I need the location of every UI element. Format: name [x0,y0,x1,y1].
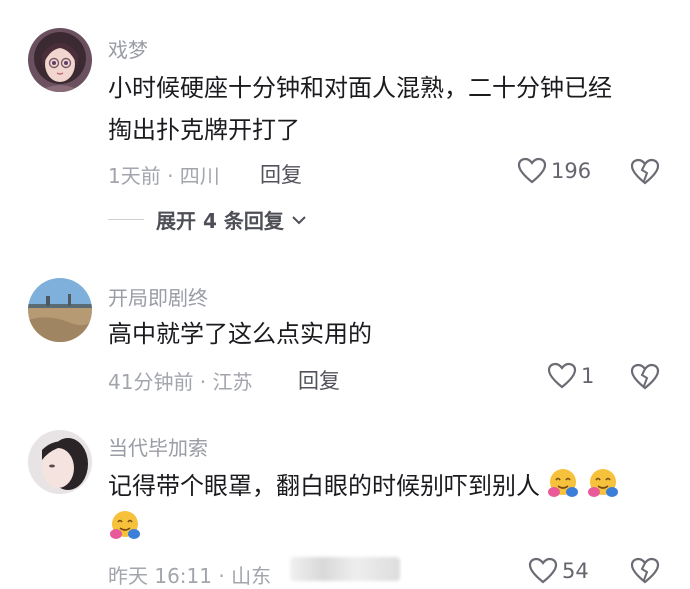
hugging-face-emoji-icon [588,469,618,497]
comment-text-line [108,507,142,549]
hugging-face-emoji-icon [548,469,578,497]
timestamp-location: 昨天 16:11 · 山东 [108,564,272,588]
heart-icon [528,557,558,584]
comment-item: 当代毕加索 记得带个眼罩，翻白眼的时候别吓到别人 昨天 16:11 · 山东 5… [0,0,690,588]
hugging-face-emoji-icon [110,511,140,539]
watermark-blur [290,557,400,581]
like-count: 54 [562,559,589,583]
comment-text: 记得带个眼罩，翻白眼的时候别吓到别人 [108,472,540,500]
selfie-avatar-icon [28,430,92,494]
avatar[interactable] [28,430,92,494]
username[interactable]: 当代毕加索 [108,432,208,461]
like-button[interactable]: 54 [528,557,589,585]
comment-text-line: 记得带个眼罩，翻白眼的时候别吓到别人 [108,465,620,507]
broken-heart-icon[interactable] [630,556,660,586]
